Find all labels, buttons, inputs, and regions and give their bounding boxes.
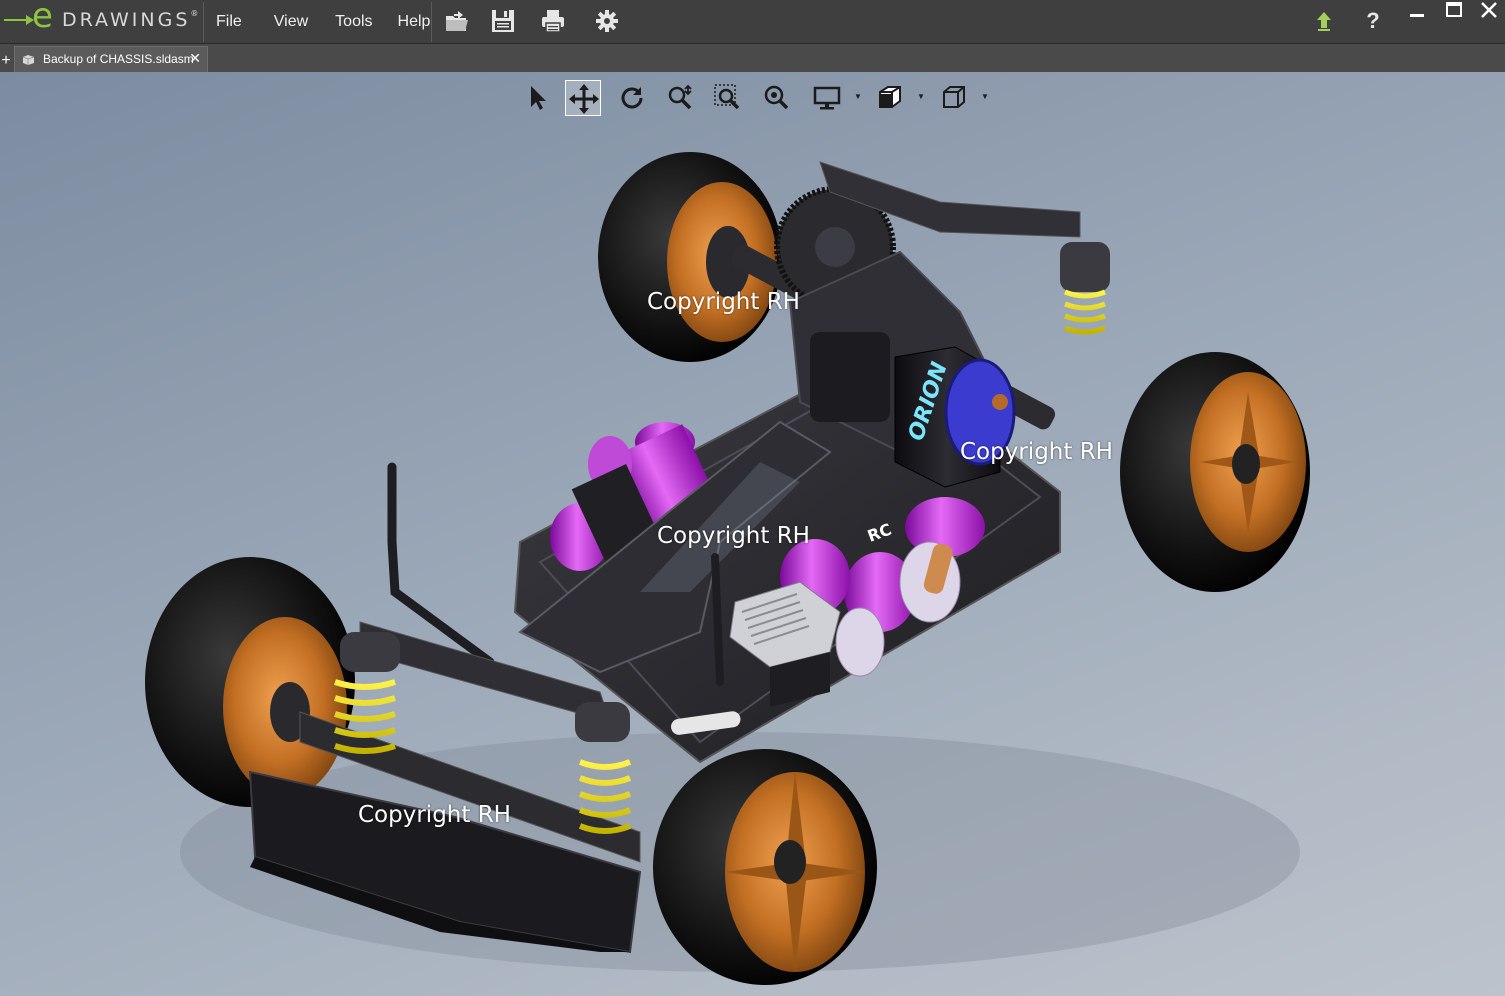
rear-right-shock <box>1060 242 1110 335</box>
antenna-mount <box>387 462 495 667</box>
logo-registered-mark: ® <box>190 9 199 18</box>
edrawings-logo: e DRAWINGS® <box>4 0 200 38</box>
motor: ORION <box>894 346 1016 488</box>
logo-word: DRAWINGS® <box>62 9 198 31</box>
watermark-rear: Copyright RH <box>647 289 800 315</box>
assembly-icon <box>22 53 35 65</box>
front-left-wheel <box>145 557 355 807</box>
settings-icon[interactable] <box>594 8 620 34</box>
maximize-button[interactable] <box>1440 0 1468 26</box>
menu-divider <box>203 2 204 42</box>
save-icon[interactable] <box>490 8 516 34</box>
menu-file[interactable]: File <box>206 0 252 43</box>
tab-close-icon[interactable]: ✕ <box>189 50 201 67</box>
menu-bar: File View Tools Help <box>206 0 443 43</box>
close-button[interactable] <box>1475 0 1503 26</box>
front-right-wheel <box>653 749 877 985</box>
menu-view[interactable]: View <box>255 0 318 43</box>
print-icon[interactable] <box>540 8 566 34</box>
rear-right-wheel <box>1120 352 1310 592</box>
edrawings-window: e DRAWINGS® File View Tools Help ? + Bac… <box>0 0 1505 996</box>
watermark-center: Copyright RH <box>657 523 810 549</box>
model-viewport[interactable]: ▼ ▼ ▼ ORION RC Copyright RH Copyright RH… <box>0 72 1505 996</box>
document-tab-bar: + Backup of CHASSIS.sldasm ✕ <box>0 44 1505 72</box>
minimize-button[interactable] <box>1403 0 1431 26</box>
logo-word-text: DRAWINGS <box>62 9 191 31</box>
toolbar-divider <box>431 2 432 42</box>
new-tab-button[interactable]: + <box>0 52 12 70</box>
watermark-motor: Copyright RH <box>960 439 1113 465</box>
upgrade-arrow-icon[interactable] <box>1311 8 1337 34</box>
pinion-housing <box>810 332 890 422</box>
help-icon[interactable]: ? <box>1360 8 1386 34</box>
menu-tools[interactable]: Tools <box>321 0 382 43</box>
menu-help[interactable]: Help <box>386 0 441 43</box>
open-icon[interactable] <box>444 8 470 34</box>
body-post <box>711 553 724 686</box>
document-tab-label: Backup of CHASSIS.sldasm <box>43 52 194 66</box>
title-bar: e DRAWINGS® File View Tools Help ? <box>0 0 1505 44</box>
document-tab[interactable]: Backup of CHASSIS.sldasm ✕ <box>14 46 208 72</box>
logo-letter: e <box>32 0 53 36</box>
watermark-front: Copyright RH <box>358 802 511 828</box>
